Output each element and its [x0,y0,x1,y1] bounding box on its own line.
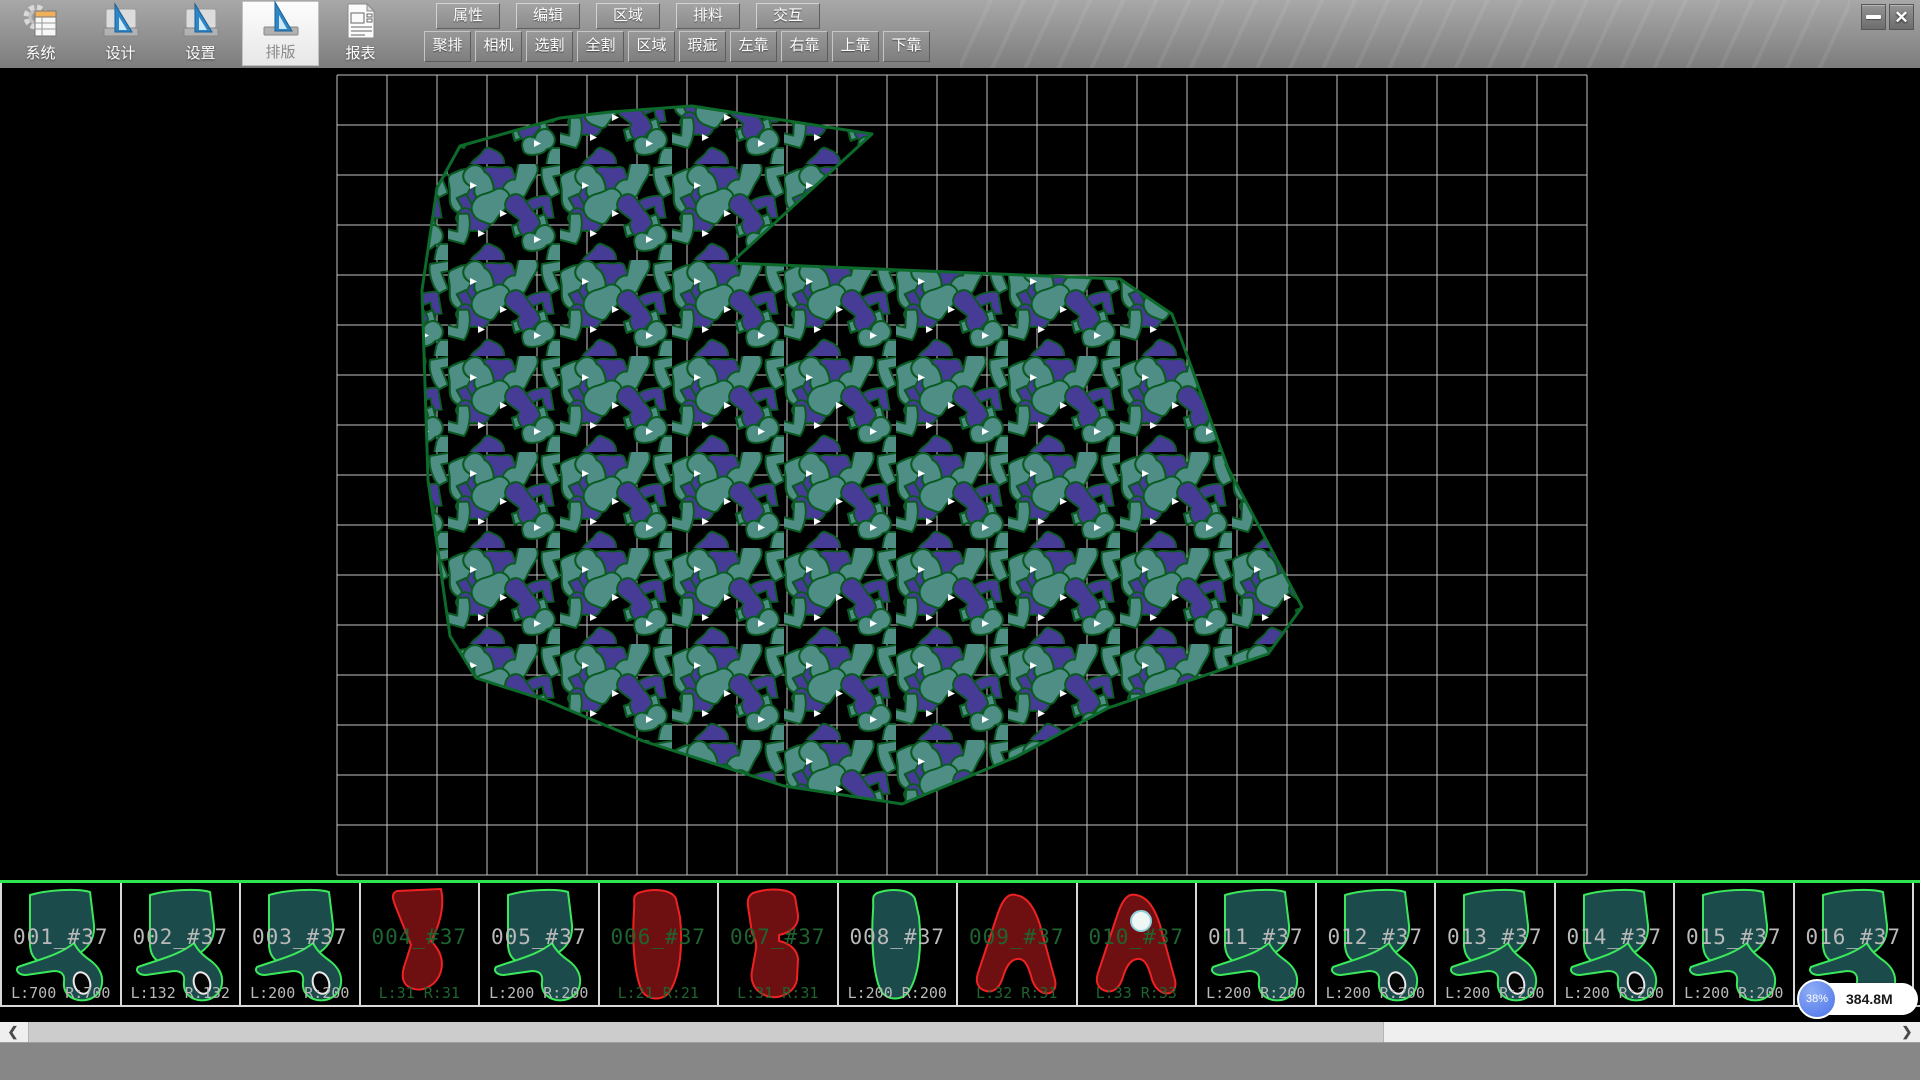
design-ruler-icon [100,0,142,42]
part-id-label: 007_#37 [719,925,837,949]
mode-button-label: 设计 [105,42,135,63]
system-gear-icon [20,0,62,42]
mode-button-label: 设置 [185,42,215,63]
part-id-label: 012_#37 [1317,925,1435,949]
mode-button-2[interactable]: 设计 [82,1,159,66]
minimize-button[interactable] [1861,4,1886,30]
part-id-label: 010_#37 [1078,925,1196,949]
close-icon: ✕ [1894,9,1908,26]
close-button[interactable]: ✕ [1889,4,1914,30]
part-lr-count: L:200 R:200 [1197,984,1315,1002]
leather-hide [422,106,1302,804]
part-lr-count: L:200 R:200 [1317,984,1435,1002]
tool-button-6[interactable]: 瑕疵 [679,31,726,62]
part-id-label: 002_#37 [122,925,240,949]
part-thumbnail-1[interactable]: 001_#37 L:700 R:700 [0,883,122,1005]
part-thumbnail-5[interactable]: 005_#37 L:200 R:200 [480,883,600,1005]
part-thumbnail-13[interactable]: 013_#37 L:200 R:200 [1436,883,1556,1005]
tool-button-8[interactable]: 右靠 [781,31,828,62]
part-thumbnail-8[interactable]: 008_#37 L:200 R:200 [839,883,959,1005]
part-id-label: 014_#37 [1556,925,1674,949]
tool-button-3[interactable]: 选割 [526,31,573,62]
part-thumbnail-14[interactable]: 014_#37 L:200 R:200 [1556,883,1676,1005]
part-thumbnail-7[interactable]: 007_#37 L:31 R:31 [719,883,839,1005]
nesting-canvas[interactable] [0,68,1920,880]
tool-button-2[interactable]: 相机 [475,31,522,62]
part-id-label: 011_#37 [1197,925,1315,949]
tool-button-10[interactable]: 下靠 [883,31,930,62]
nesting-ruler-icon [260,0,302,41]
scroll-right-icon[interactable]: ❯ [1894,1022,1920,1042]
part-lr-count: L:200 R:200 [480,984,598,1002]
part-id-label: 004_#37 [361,925,479,949]
canvas-area [0,68,1920,880]
tool-button-1[interactable]: 聚排 [424,31,471,62]
part-id-label: 008_#37 [839,925,957,949]
scrollbar-thumb[interactable] [28,1022,1384,1042]
mode-button-1[interactable]: 系统 [2,1,79,66]
mode-button-5[interactable]: 报表 [322,1,399,66]
mode-button-3[interactable]: 设置 [162,1,239,66]
menu-button-4[interactable]: 排料 [676,3,740,29]
part-thumbnail-10[interactable]: 010_#37 L:33 R:33 [1078,883,1198,1005]
tool-button-9[interactable]: 上靠 [832,31,879,62]
tool-button-7[interactable]: 左靠 [730,31,777,62]
part-id-label: 013_#37 [1436,925,1554,949]
part-thumbnail-12[interactable]: 012_#37 L:200 R:200 [1317,883,1437,1005]
part-lr-count: L:200 R:200 [1436,984,1554,1002]
mode-button-4[interactable]: 排版 [242,1,319,66]
status-bar [0,1042,1920,1080]
part-lr-count: L:200 R:200 [1556,984,1674,1002]
menu-button-3[interactable]: 区域 [596,3,660,29]
part-thumbnail-9[interactable]: 009_#37 L:32 R:31 [958,883,1078,1005]
thumbnail-cells: 001_#37L:700 R:700002_#37L:132 R:132003_… [0,883,1920,1007]
part-thumbnail-4[interactable]: 004_#37 L:31 R:31 [361,883,481,1005]
part-id-label: 005_#37 [480,925,598,949]
report-doc-icon [340,0,382,42]
mode-button-label: 报表 [345,42,375,63]
part-lr-count: L:31 R:31 [719,984,837,1002]
part-lr-count: L:21 R:21 [600,984,718,1002]
part-thumbnail-15[interactable]: 015_#37 L:200 R:200 [1675,883,1795,1005]
part-id-label: 009_#37 [958,925,1076,949]
memory-badge[interactable]: 38% 384.8M [1800,983,1918,1015]
menu-button-2[interactable]: 编辑 [516,3,580,29]
memory-percent-badge: 38% [1797,979,1837,1019]
part-id-label: 003_#37 [241,925,359,949]
scroll-left-icon[interactable]: ❮ [0,1022,26,1042]
menu-button-5[interactable]: 交互 [756,3,820,29]
part-id-label: 006_#37 [600,925,718,949]
part-lr-count: L:200 R:200 [839,984,957,1002]
part-id-label: 001_#37 [2,925,120,949]
part-lr-count: L:200 R:200 [1675,984,1793,1002]
settings-ruler-icon [180,0,222,42]
part-lr-count: L:31 R:31 [361,984,479,1002]
part-thumbnail-2[interactable]: 002_#37 L:132 R:132 [122,883,242,1005]
horizontal-scrollbar[interactable]: ❮ ❯ [0,1022,1920,1042]
part-lr-count: L:132 R:132 [122,984,240,1002]
part-lr-count: L:200 R:200 [241,984,359,1002]
part-lr-count: L:32 R:31 [958,984,1076,1002]
mode-button-label: 系统 [25,42,55,63]
thumbnail-strip: 001_#37L:700 R:700002_#37L:132 R:132003_… [0,880,1920,1010]
minimize-icon [1866,15,1881,19]
part-id-label: 015_#37 [1675,925,1793,949]
part-thumbnail-6[interactable]: 006_#37 L:21 R:21 [600,883,720,1005]
part-id-label: 016_#37 [1795,925,1913,949]
memory-amount-label: 384.8M [1846,983,1893,1015]
mode-button-label: 排版 [265,41,295,62]
tool-button-4[interactable]: 全割 [577,31,624,62]
part-thumbnail-11[interactable]: 011_#37 L:200 R:200 [1197,883,1317,1005]
part-thumbnail-3[interactable]: 003_#37 L:200 R:200 [241,883,361,1005]
part-lr-count: L:33 R:33 [1078,984,1196,1002]
menu-button-1[interactable]: 属性 [436,3,500,29]
part-lr-count: L:700 R:700 [2,984,120,1002]
strip-gap [0,1010,1920,1022]
ribbon: 系统设计设置排版报表 属性编辑区域排料交互 聚排相机选割全割区域瑕疵左靠右靠上靠… [0,0,1920,69]
tool-button-5[interactable]: 区域 [628,31,675,62]
